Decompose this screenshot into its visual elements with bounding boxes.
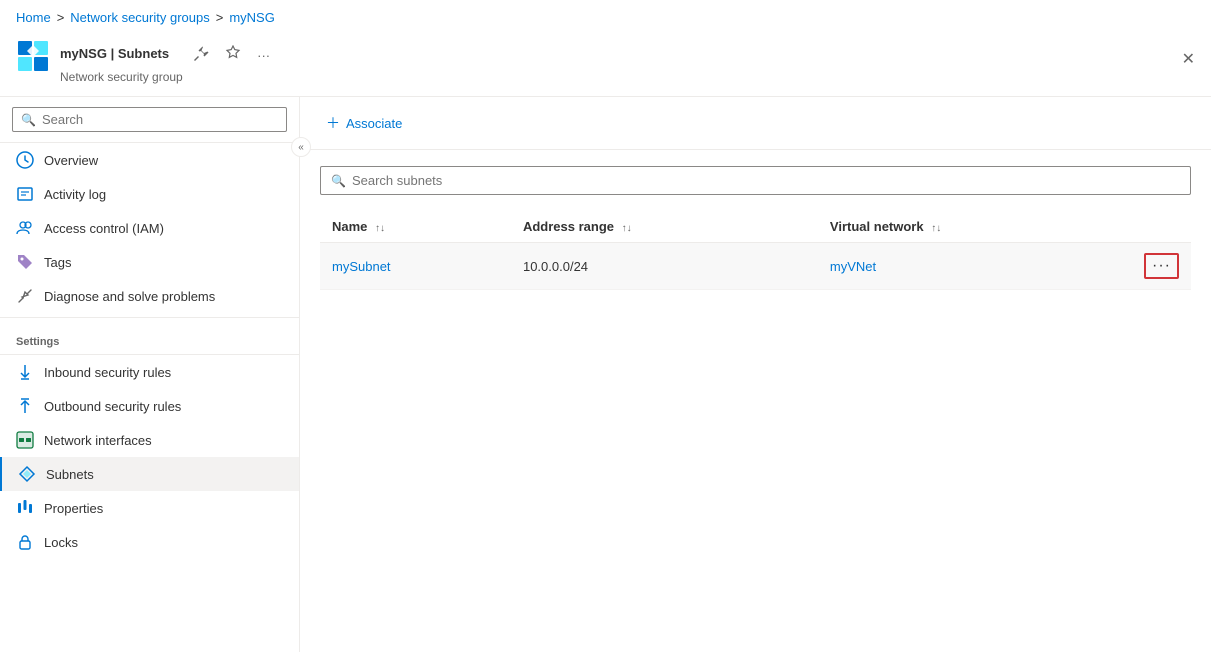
sidebar-item-tags[interactable]: Tags xyxy=(0,245,299,279)
col-actions xyxy=(1131,211,1191,243)
table-header-row: Name ↑↓ Address range ↑↓ Virtual network… xyxy=(320,211,1191,243)
sidebar-collapse-button[interactable]: « xyxy=(291,137,311,157)
sidebar-item-locks[interactable]: Locks xyxy=(0,525,299,559)
plus-icon: ＋ xyxy=(326,113,340,133)
sidebar-nav: Overview Activity log Access control (IA… xyxy=(0,143,299,313)
breadcrumb: Home > Network security groups > myNSG xyxy=(0,0,1211,35)
subnet-name-link[interactable]: mySubnet xyxy=(332,259,391,274)
sidebar-properties-label: Properties xyxy=(44,501,103,516)
outbound-rules-icon xyxy=(16,397,34,415)
resource-title-group: myNSG | Subnets ··· Network security gro… xyxy=(60,39,274,84)
search-subnets-input[interactable] xyxy=(352,173,1180,188)
cell-virtual-network: myVNet xyxy=(818,243,1131,290)
table-row: mySubnet 10.0.0.0/24 myVNet ··· xyxy=(320,243,1191,290)
close-button[interactable]: ✕ xyxy=(1182,49,1195,69)
nsg-icon-svg xyxy=(16,39,50,73)
resource-title-text: myNSG | Subnets ··· xyxy=(60,39,274,68)
network-interfaces-icon xyxy=(16,431,34,449)
sidebar-inbound-label: Inbound security rules xyxy=(44,365,171,380)
table-header: Name ↑↓ Address range ↑↓ Virtual network… xyxy=(320,211,1191,243)
associate-button[interactable]: ＋ Associate xyxy=(320,109,408,137)
sidebar-item-outbound-rules[interactable]: Outbound security rules xyxy=(0,389,299,423)
search-icon: 🔍 xyxy=(21,113,36,127)
resource-header: myNSG | Subnets ··· Network security gro… xyxy=(0,35,1211,97)
resource-icon xyxy=(16,39,50,73)
cell-name: mySubnet xyxy=(320,243,511,290)
activity-log-icon xyxy=(16,185,34,203)
access-control-icon xyxy=(16,219,34,237)
content-body: 🔍 Name ↑↓ Address range ↑↓ xyxy=(300,150,1211,652)
settings-section-label: Settings xyxy=(0,322,299,352)
name-sort-icon[interactable]: ↑↓ xyxy=(375,223,385,234)
properties-icon xyxy=(16,499,34,517)
inbound-rules-icon xyxy=(16,363,34,381)
sidebar-item-network-interfaces[interactable]: Network interfaces xyxy=(0,423,299,457)
row-more-button[interactable]: ··· xyxy=(1144,253,1179,279)
sidebar-tags-label: Tags xyxy=(44,255,71,270)
col-vnet-label: Virtual network xyxy=(830,219,924,234)
sidebar-item-diagnose[interactable]: Diagnose and solve problems xyxy=(0,279,299,313)
sidebar-activity-label: Activity log xyxy=(44,187,106,202)
sidebar-item-access-control[interactable]: Access control (IAM) xyxy=(0,211,299,245)
sidebar-diagnose-label: Diagnose and solve problems xyxy=(44,289,215,304)
sidebar-search-container: 🔍 xyxy=(0,97,299,143)
subnets-table: Name ↑↓ Address range ↑↓ Virtual network… xyxy=(320,211,1191,290)
sidebar-outbound-label: Outbound security rules xyxy=(44,399,181,414)
sidebar-subnets-label: Subnets xyxy=(46,467,94,482)
sidebar-iam-label: Access control (IAM) xyxy=(44,221,164,236)
sidebar-item-overview[interactable]: Overview xyxy=(0,143,299,177)
sidebar: 🔍 Overview Activity log xyxy=(0,97,300,652)
main-layout: 🔍 Overview Activity log xyxy=(0,97,1211,652)
overview-icon xyxy=(16,151,34,169)
settings-divider xyxy=(0,317,299,318)
more-button[interactable]: ··· xyxy=(253,45,274,67)
cell-address-range: 10.0.0.0/24 xyxy=(511,243,818,290)
sidebar-overview-label: Overview xyxy=(44,153,98,168)
sidebar-item-activity-log[interactable]: Activity log xyxy=(0,177,299,211)
resource-subtitle: Network security group xyxy=(60,70,274,84)
tags-icon xyxy=(16,253,34,271)
search-subnets-box: 🔍 xyxy=(320,166,1191,195)
subnets-icon xyxy=(18,465,36,483)
col-virtual-network: Virtual network ↑↓ xyxy=(818,211,1131,243)
pin-button[interactable] xyxy=(189,43,213,68)
search-subnets-icon: 🔍 xyxy=(331,174,346,188)
table-body: mySubnet 10.0.0.0/24 myVNet ··· xyxy=(320,243,1191,290)
content-toolbar: ＋ Associate xyxy=(300,97,1211,150)
associate-label: Associate xyxy=(346,116,402,131)
breadcrumb-current[interactable]: myNSG xyxy=(229,10,275,25)
vnet-sort-icon[interactable]: ↑↓ xyxy=(931,223,941,234)
content-area: ＋ Associate 🔍 Name ↑↓ Address range xyxy=(300,97,1211,652)
sidebar-search-box: 🔍 xyxy=(12,107,287,132)
cell-row-actions: ··· xyxy=(1131,243,1191,290)
sidebar-settings-nav: Inbound security rules Outbound security… xyxy=(0,355,299,559)
breadcrumb-home[interactable]: Home xyxy=(16,10,51,25)
vnet-link[interactable]: myVNet xyxy=(830,259,876,274)
col-name-label: Name xyxy=(332,219,367,234)
header-actions: ··· xyxy=(189,43,274,68)
sidebar-item-subnets[interactable]: Subnets xyxy=(0,457,299,491)
locks-icon xyxy=(16,533,34,551)
col-address-label: Address range xyxy=(523,219,614,234)
diagnose-icon xyxy=(16,287,34,305)
breadcrumb-nsg[interactable]: Network security groups xyxy=(70,10,209,25)
col-name: Name ↑↓ xyxy=(320,211,511,243)
col-address-range: Address range ↑↓ xyxy=(511,211,818,243)
search-input[interactable] xyxy=(42,112,278,127)
sidebar-netif-label: Network interfaces xyxy=(44,433,152,448)
sidebar-item-properties[interactable]: Properties xyxy=(0,491,299,525)
sidebar-locks-label: Locks xyxy=(44,535,78,550)
sidebar-item-inbound-rules[interactable]: Inbound security rules xyxy=(0,355,299,389)
row-actions: ··· xyxy=(1143,253,1179,279)
favorite-button[interactable] xyxy=(221,43,245,68)
address-sort-icon[interactable]: ↑↓ xyxy=(622,223,632,234)
